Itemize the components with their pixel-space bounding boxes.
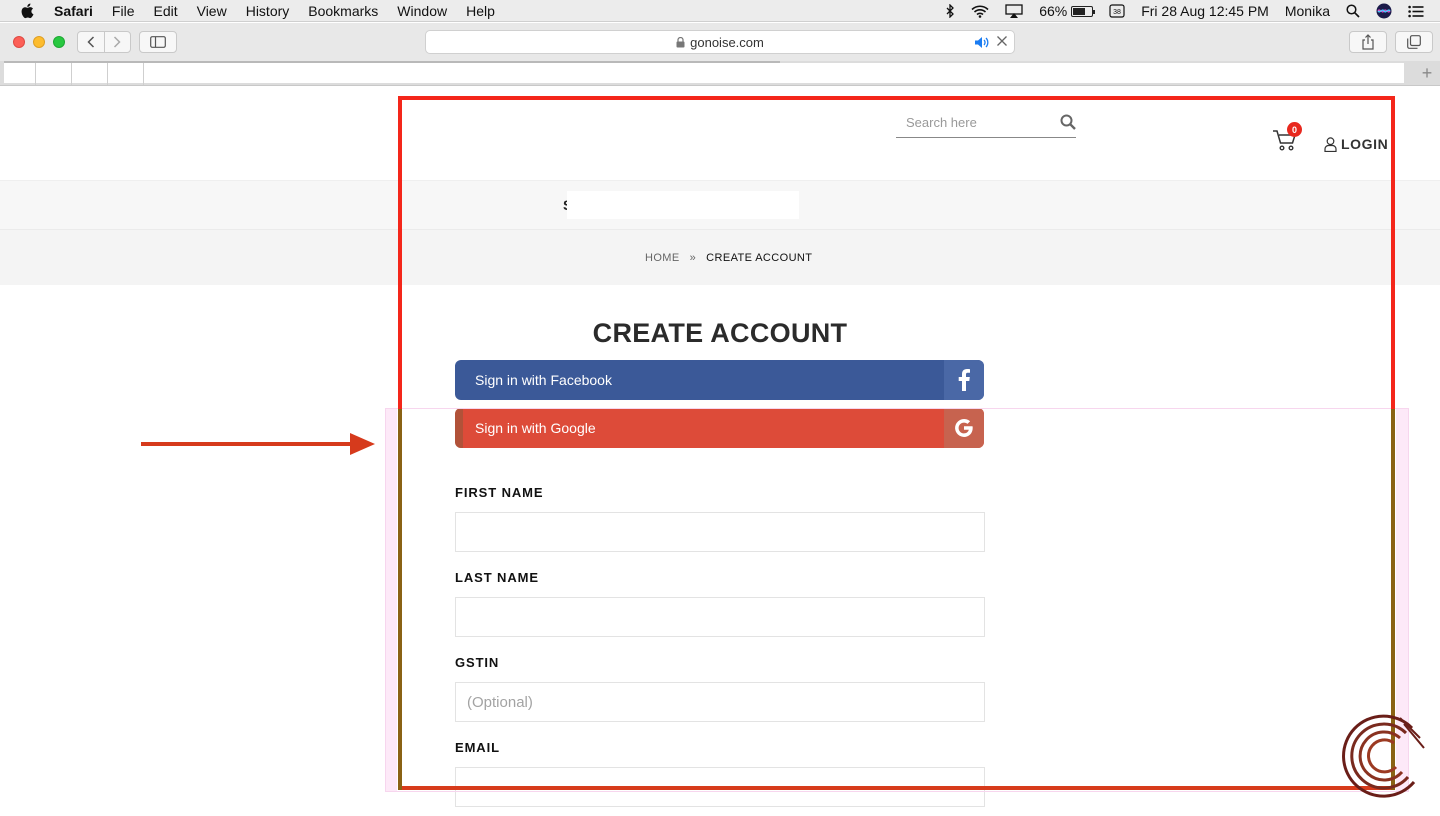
- browser-toolbar: gonoise.com: [0, 23, 1440, 61]
- window-fullscreen-button[interactable]: [53, 36, 65, 48]
- annotation-box-left-lower: [398, 409, 402, 790]
- svg-text:38: 38: [1113, 9, 1121, 16]
- wifi-icon[interactable]: [971, 5, 989, 18]
- watermark-logo-icon: [1342, 714, 1425, 798]
- page-load-progress: [4, 61, 780, 63]
- lock-icon: [676, 36, 685, 48]
- first-name-label: FIRST NAME: [455, 485, 544, 500]
- login-link[interactable]: LOGIN: [1324, 136, 1388, 152]
- cart-count-badge: 0: [1287, 122, 1302, 137]
- back-button[interactable]: [78, 32, 104, 52]
- menubar-user[interactable]: Monika: [1285, 3, 1330, 19]
- breadcrumb: HOME » CREATE ACCOUNT: [645, 252, 812, 264]
- speaker-icon[interactable]: [974, 36, 990, 52]
- history-nav-buttons: [77, 31, 131, 53]
- menu-window[interactable]: Window: [397, 3, 447, 19]
- search-icon[interactable]: [1060, 114, 1076, 135]
- address-bar[interactable]: gonoise.com: [425, 30, 1015, 54]
- airplay-icon[interactable]: [1005, 4, 1023, 18]
- google-icon: [944, 408, 984, 448]
- forward-icon: [114, 36, 122, 48]
- battery-level: [1073, 7, 1086, 15]
- search-input[interactable]: [896, 108, 1046, 136]
- sidebar-button[interactable]: [139, 31, 177, 53]
- facebook-signin-button[interactable]: Sign in with Facebook: [455, 360, 984, 400]
- battery-icon: [1071, 5, 1096, 17]
- tab-divider: [143, 61, 144, 85]
- menubar-status-area: 66% 38 Fri 28 Aug 12:45 PM Monika: [946, 0, 1440, 22]
- battery-percent: 66%: [1039, 3, 1068, 19]
- tab-divider: [107, 61, 108, 85]
- page-title: CREATE ACCOUNT: [592, 318, 848, 348]
- highlight-band-left: [385, 408, 397, 792]
- new-tab-icon[interactable]: +: [1414, 61, 1440, 85]
- menu-history[interactable]: History: [246, 3, 290, 19]
- main-nav-bar: S: [0, 180, 1440, 230]
- share-icon: [1362, 34, 1374, 50]
- tab-strip-area: [4, 63, 1404, 83]
- address-bar-url: gonoise.com: [690, 34, 764, 50]
- tab-bar: +: [0, 61, 1440, 86]
- tab-divider: [71, 61, 72, 85]
- user-icon: [1324, 136, 1337, 152]
- google-signin-button[interactable]: Sign in with Google: [455, 408, 984, 448]
- menu-help[interactable]: Help: [466, 3, 495, 19]
- nav-redacted-area: [567, 191, 799, 219]
- email-label: EMAIL: [455, 740, 500, 755]
- battery-status[interactable]: 66%: [1039, 3, 1096, 19]
- keyboard-icon[interactable]: 38: [1109, 4, 1125, 18]
- breadcrumb-bar: HOME » CREATE ACCOUNT: [0, 230, 1440, 285]
- site-search: [896, 108, 1076, 138]
- menu-app-safari[interactable]: Safari: [54, 3, 93, 19]
- breadcrumb-home[interactable]: HOME: [645, 252, 680, 264]
- annotation-box-top: [398, 96, 1395, 100]
- gstin-field[interactable]: [455, 682, 985, 722]
- facebook-icon: [944, 360, 984, 400]
- back-icon: [87, 36, 95, 48]
- apple-icon[interactable]: [20, 3, 36, 19]
- share-button[interactable]: [1349, 31, 1387, 53]
- menu-edit[interactable]: Edit: [153, 3, 177, 19]
- menu-file[interactable]: File: [112, 3, 135, 19]
- tab-divider: [35, 61, 36, 85]
- siri-icon[interactable]: [1376, 3, 1392, 19]
- tabs-icon: [1407, 35, 1421, 49]
- show-tabs-button[interactable]: [1395, 31, 1433, 53]
- annotation-arrow-icon: [141, 433, 375, 455]
- annotation-box-left: [398, 96, 402, 409]
- last-name-field[interactable]: [455, 597, 985, 637]
- menu-bookmarks[interactable]: Bookmarks: [308, 3, 378, 19]
- macos-menubar: Safari File Edit View History Bookmarks …: [0, 0, 1440, 22]
- gstin-label: GSTIN: [455, 655, 500, 670]
- forward-button[interactable]: [103, 32, 130, 52]
- first-name-field[interactable]: [455, 512, 985, 552]
- bluetooth-icon[interactable]: [946, 4, 955, 18]
- menubar-datetime[interactable]: Fri 28 Aug 12:45 PM: [1141, 3, 1269, 19]
- window-minimize-button[interactable]: [33, 36, 45, 48]
- facebook-signin-label: Sign in with Facebook: [475, 372, 612, 388]
- close-icon[interactable]: [996, 35, 1008, 50]
- breadcrumb-separator: »: [689, 252, 697, 264]
- annotation-box-bottom: [398, 786, 1395, 790]
- button-edge: [455, 408, 463, 448]
- last-name-label: LAST NAME: [455, 570, 539, 585]
- window-close-button[interactable]: [13, 36, 25, 48]
- notification-center-icon[interactable]: [1408, 5, 1424, 18]
- breadcrumb-current: CREATE ACCOUNT: [706, 252, 813, 264]
- menu-view[interactable]: View: [197, 3, 227, 19]
- spotlight-icon[interactable]: [1346, 4, 1360, 18]
- sidebar-icon: [150, 36, 166, 48]
- google-signin-label: Sign in with Google: [475, 420, 596, 436]
- login-label: LOGIN: [1341, 136, 1389, 152]
